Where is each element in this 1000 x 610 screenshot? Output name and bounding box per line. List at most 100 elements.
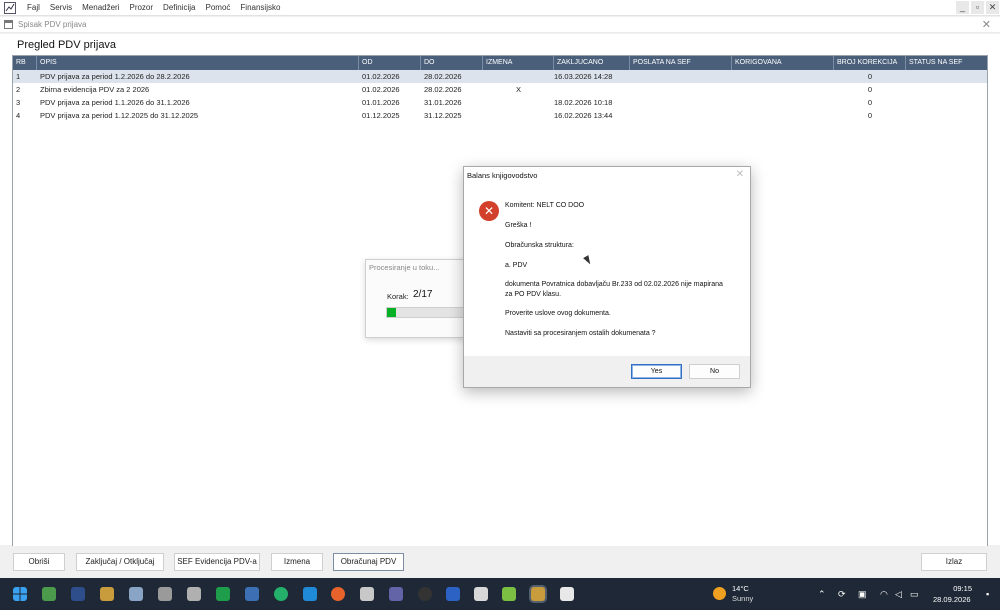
report-icon[interactable] [560,587,574,601]
dialog-proverite: Proverite uslove ovog dokumenta. [505,310,611,317]
cell-zakljucano: 18.02.2026 10:18 [554,98,613,107]
app-blue-icon[interactable] [245,587,259,601]
zakljucaj-button[interactable]: Zaključaj / Otključaj [76,553,164,571]
col-rb[interactable]: RB [13,56,37,70]
tray-chevron-icon[interactable]: ⌃ [818,589,826,599]
document-icon[interactable] [187,587,201,601]
table-row[interactable]: 1 PDV prijava za period 1.2.2026 do 28.2… [13,70,987,83]
dialog-greska: Greška ! [505,222,532,229]
progress-bar-fill [387,308,397,317]
dialog-komitent: Komitent: NELT CO DOO [505,202,585,209]
col-izmena[interactable]: IZMENA [483,56,554,70]
start-icon[interactable] [13,587,27,601]
cell-od: 01.02.2026 [362,72,400,81]
cell-rb: 2 [16,85,21,94]
weather-sun-icon[interactable] [713,587,726,600]
window-icon [4,20,13,29]
col-status-sef[interactable]: STATUS NA SEF [906,56,986,70]
dialog-footer: Yes No [464,356,750,387]
col-zakljucano[interactable]: ZAKLJUCANO [554,56,630,70]
spreadsheet-icon[interactable] [216,587,230,601]
save-icon[interactable] [71,587,85,601]
child-window-title: Spisak PDV prijava [18,20,87,29]
app-lime-icon[interactable] [502,587,516,601]
obrisi-button[interactable]: Obriši [13,553,65,571]
app-chart-icon[interactable] [4,1,16,14]
menu-prozor[interactable]: Prozor [124,0,158,16]
chat-icon[interactable] [274,587,288,601]
photos-icon[interactable] [303,587,317,601]
table-row[interactable]: 2 Zbirna evidencija PDV za 2 2026 01.02.… [13,83,987,96]
col-broj-korekcija[interactable]: BROJ KOREKCIJA [834,56,906,70]
obracunaj-pdv-button[interactable]: Obračunaj PDV [333,553,404,571]
app-tray-icon[interactable]: ▣ [858,589,867,599]
printer-icon[interactable] [158,587,172,601]
cell-do: 28.02.2026 [424,85,462,94]
teams-icon[interactable] [389,587,403,601]
battery-icon[interactable]: ▭ [910,589,919,599]
col-poslata[interactable]: POSLATA NA SEF [630,56,732,70]
taskbar: 14°C Sunny ⌃ ⟳ ▣ ◠ ◁ ▭ 09:15 28.09.2026 … [0,578,1000,610]
minimize-button[interactable]: _ [956,1,969,14]
menu-pomoc[interactable]: Pomoć [201,0,236,16]
menu-menadzeri[interactable]: Menadžeri [77,0,124,16]
menu-definicija[interactable]: Definicija [158,0,200,16]
menu-bar: Fajl Servis Menadžeri Prozor Definicija … [0,0,1000,16]
clock-time[interactable]: 09:15 [950,584,972,593]
cell-broj: 0 [867,98,873,107]
col-korigovana[interactable]: KORIGOVANA [732,56,834,70]
col-do[interactable]: DO [421,56,483,70]
notification-icon[interactable]: ▪ [986,589,989,599]
file-icon[interactable] [474,587,488,601]
sync-icon[interactable]: ⟳ [838,589,846,599]
cell-korigovana [732,83,834,96]
cell-izmena: X [515,85,521,94]
izlaz-button[interactable]: Izlaz [921,553,987,571]
dialog-title: Balans knjigovodstvo [467,171,538,180]
cell-status [906,83,986,96]
clock-date[interactable]: 28.09.2026 [933,595,971,604]
volume-icon[interactable]: ◁ [895,589,902,599]
dialog-close-icon[interactable]: ✕ [736,169,744,180]
page-title: Pregled PDV prijava [17,39,117,51]
table-row[interactable]: 3 PDV prijava za period 1.1.2026 do 31.1… [13,96,987,109]
app-b-icon[interactable] [446,587,460,601]
table-header: RB OPIS OD DO IZMENA ZAKLJUCANO POSLATA … [13,56,987,70]
close-button[interactable]: ✕ [986,1,999,14]
archive-icon[interactable] [100,587,114,601]
step-value: 2/17 [413,289,433,300]
cell-opis: PDV prijava za period 1.2.2026 do 28.2.2… [40,72,190,81]
cell-broj: 0 [867,72,873,81]
col-od[interactable]: OD [359,56,421,70]
menu-fajl[interactable]: Fajl [22,0,45,16]
cell-poslata [630,109,732,122]
button-bar: Obriši Zaključaj / Otključaj SEF Evidenc… [0,546,1000,578]
col-opis[interactable]: OPIS [37,56,359,70]
cell-rb: 4 [16,111,21,120]
tools-icon[interactable] [360,587,374,601]
progress-title: Procesiranje u toku... [369,263,440,272]
izmena-button[interactable]: Izmena [271,553,323,571]
error-icon: ✕ [479,201,499,221]
cell-izmena [483,70,554,83]
firefox-icon[interactable] [331,587,345,601]
yes-button[interactable]: Yes [631,364,682,379]
progress-bar [386,307,466,318]
no-button[interactable]: No [689,364,740,379]
dialog-nastaviti: Nastaviti sa procesiranjem ostalih dokum… [505,330,656,337]
menu-finansijsko[interactable]: Finansijsko [235,0,285,16]
network-app-icon[interactable] [129,587,143,601]
active-app-icon[interactable] [531,587,545,601]
table-row[interactable]: 4 PDV prijava za period 1.12.2025 do 31.… [13,109,987,122]
progress-window: Procesiranje u toku... Korak: 2/17 [365,259,475,338]
app-green-icon[interactable] [42,587,56,601]
sef-evidencija-button[interactable]: SEF Evidencija PDV-a [174,553,260,571]
wifi-icon[interactable]: ◠ [880,589,888,599]
menu-servis[interactable]: Servis [45,0,77,16]
restore-button[interactable]: ▫ [971,1,984,14]
child-close-icon[interactable]: ✕ [982,18,991,31]
app-dark-icon[interactable] [418,587,432,601]
cell-opis: PDV prijava za period 1.12.2025 do 31.12… [40,111,199,120]
cell-broj: 0 [867,111,873,120]
dialog-dokument: dokumenta Povratnica dobavljaču Br.233 o… [505,281,723,288]
